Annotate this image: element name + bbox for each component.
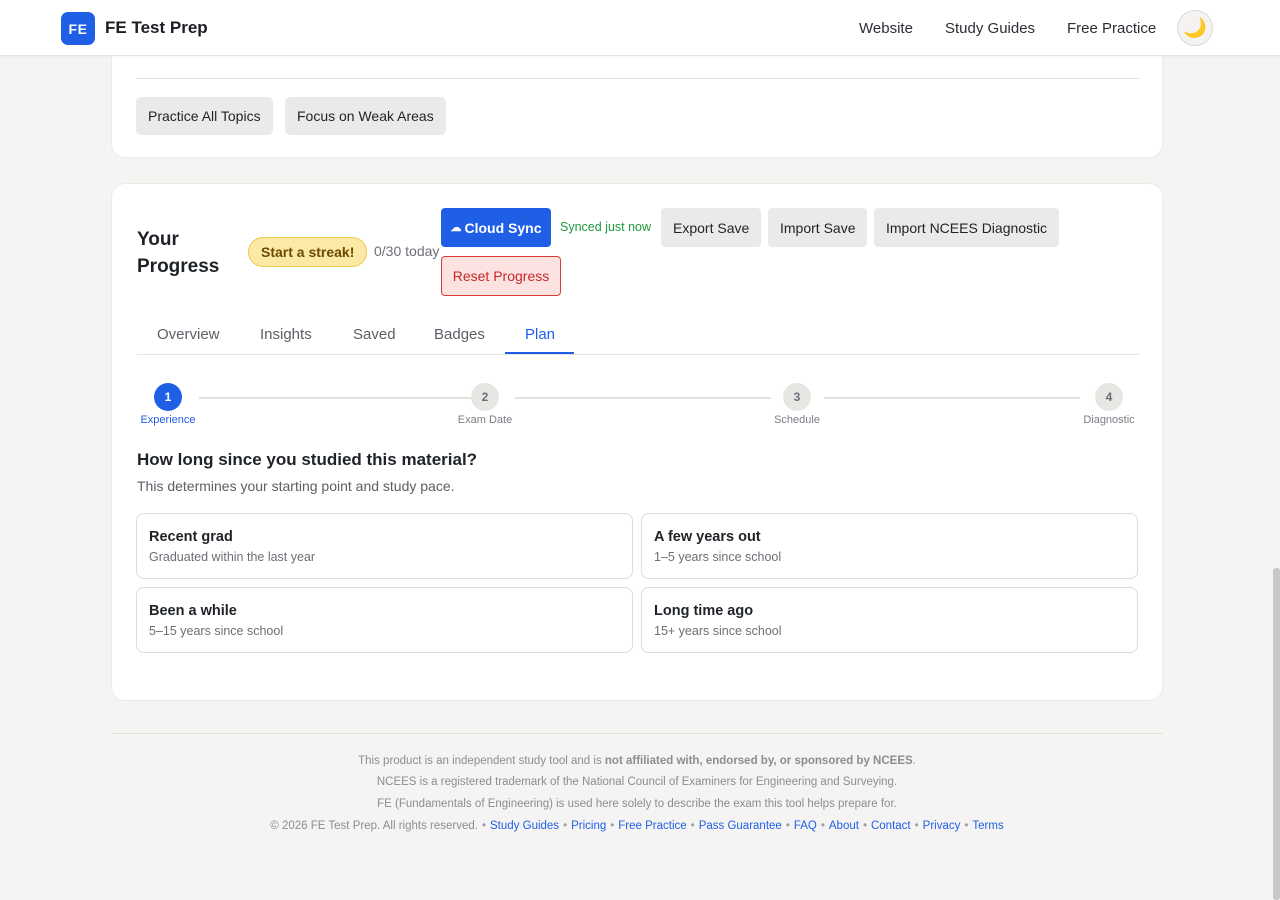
progress-card: Your Progress Start a streak! 0/30 today… [111, 183, 1163, 701]
step-4-circle[interactable]: 4 [1095, 383, 1123, 411]
export-save-button[interactable]: Export Save [661, 208, 762, 247]
cloud-sync-button[interactable]: ☁ Cloud Sync [441, 208, 551, 247]
footer-link-terms[interactable]: Terms [972, 820, 1003, 832]
reset-progress-button[interactable]: Reset Progress [441, 256, 561, 296]
usage-line: FE (Fundamentals of Engineering) is used… [377, 798, 897, 810]
disclaimer-bold: not affiliated with, endorsed by, or spo… [604, 755, 913, 767]
active-tab-indicator [505, 352, 574, 354]
progress-title: Your Progress [137, 229, 220, 277]
step-3-label: Schedule [774, 414, 820, 426]
divider [136, 78, 1140, 79]
step-connector [515, 397, 771, 399]
theme-toggle-button[interactable]: 🌙 [1177, 10, 1213, 46]
footer-link-about[interactable]: About [829, 820, 859, 832]
footer-link-free-practice[interactable]: Free Practice [618, 820, 686, 832]
step-2-label: Exam Date [457, 414, 513, 426]
option-few-years-out[interactable]: A few years out 1–5 years since school [641, 513, 1138, 579]
tab-overview[interactable]: Overview [157, 326, 220, 343]
streak-badge[interactable]: Start a streak! [248, 237, 368, 267]
step-connector [199, 397, 471, 399]
moon-icon: 🌙 [1183, 18, 1207, 39]
option-recent-grad[interactable]: Recent grad Graduated within the last ye… [136, 513, 633, 579]
step-1-label: Experience [140, 414, 196, 426]
focus-weak-areas-button[interactable]: Focus on Weak Areas [285, 97, 446, 135]
daily-count: 0/30 today [374, 243, 440, 259]
import-ncees-button[interactable]: Import NCEES Diagnostic [874, 208, 1060, 247]
footer-divider [111, 733, 1163, 734]
nav-website[interactable]: Website [859, 20, 913, 37]
footer-link-contact[interactable]: Contact [871, 820, 911, 832]
tab-saved[interactable]: Saved [353, 326, 396, 343]
footer-link-faq[interactable]: FAQ [794, 820, 817, 832]
import-save-button[interactable]: Import Save [768, 208, 868, 247]
step-4-label: Diagnostic [1083, 414, 1135, 426]
sync-status: Synced just now [560, 220, 652, 234]
tab-insights[interactable]: Insights [260, 326, 312, 343]
footer-link-pricing[interactable]: Pricing [571, 820, 606, 832]
option-title: Recent grad [149, 529, 233, 545]
nav-free-practice[interactable]: Free Practice [1067, 20, 1156, 37]
disclaimer-text: This product is an independent study too… [358, 755, 605, 767]
disclaimer-line: This product is an independent study too… [0, 755, 1274, 767]
option-description: Graduated within the last year [149, 550, 316, 564]
page-scrollbar[interactable] [1273, 568, 1280, 900]
step-connector [824, 397, 1080, 399]
footer-links-row: © 2026 FE Test Prep. All rights reserved… [270, 820, 1004, 832]
footer-link-privacy[interactable]: Privacy [923, 820, 961, 832]
copyright: © 2026 FE Test Prep. All rights reserved… [270, 820, 478, 832]
question-title: How long since you studied this material… [137, 450, 478, 469]
cloud-icon: ☁ [450, 222, 462, 234]
top-nav-bar: FE FE Test Prep Website Study Guides Fre… [0, 0, 1280, 56]
nav-study-guides[interactable]: Study Guides [945, 20, 1035, 37]
step-1-circle[interactable]: 1 [154, 383, 182, 411]
disclaimer-period: . [912, 755, 916, 767]
practice-all-topics-button[interactable]: Practice All Topics [136, 97, 273, 135]
brand-name[interactable]: FE Test Prep [105, 18, 208, 38]
step-3-circle[interactable]: 3 [783, 383, 811, 411]
option-title: A few years out [654, 529, 761, 545]
option-description: 15+ years since school [654, 624, 782, 638]
option-been-a-while[interactable]: Been a while 5–15 years since school [136, 587, 633, 653]
tab-badges[interactable]: Badges [434, 326, 485, 343]
footer-link-pass-guarantee[interactable]: Pass Guarantee [699, 820, 782, 832]
footer-link-study-guides[interactable]: Study Guides [490, 820, 559, 832]
option-title: Been a while [149, 603, 237, 619]
cloud-sync-label: Cloud Sync [464, 219, 542, 236]
option-title: Long time ago [654, 603, 754, 619]
step-2-circle[interactable]: 2 [471, 383, 499, 411]
option-description: 1–5 years since school [654, 550, 782, 564]
trademark-line: NCEES is a registered trademark of the N… [376, 776, 898, 788]
option-long-time-ago[interactable]: Long time ago 15+ years since school [641, 587, 1138, 653]
question-subtitle: This determines your starting point and … [137, 478, 455, 494]
tab-plan[interactable]: Plan [525, 326, 555, 343]
progress-tabs: Overview Insights Saved Badges Plan [137, 314, 1139, 355]
option-description: 5–15 years since school [149, 624, 284, 638]
logo[interactable]: FE [61, 12, 95, 45]
